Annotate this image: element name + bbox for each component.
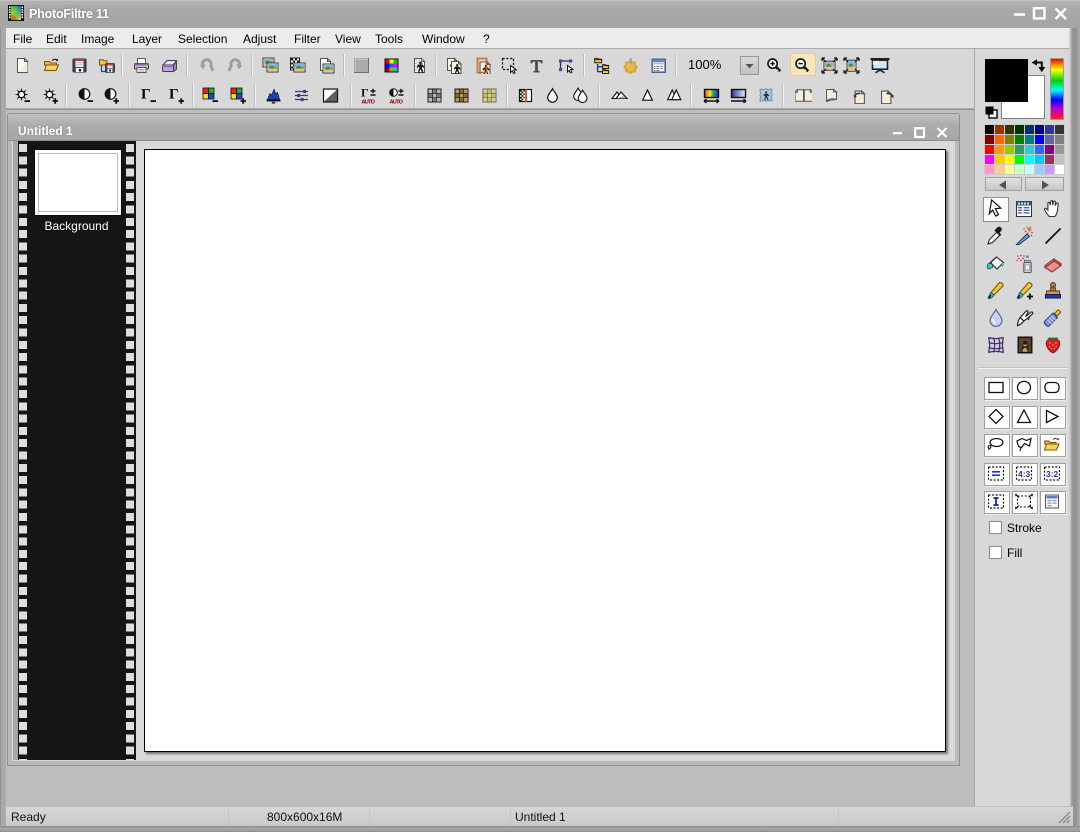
svg-text:AUTO: AUTO [362,99,376,104]
svg-text:3:2: 3:2 [1046,469,1059,479]
svg-text:AUTO: AUTO [389,99,403,104]
svg-text:4:3: 4:3 [1018,469,1031,479]
svg-text:Γ: Γ [361,87,369,100]
svg-text:Γ: Γ [169,87,179,103]
svg-text:Γ: Γ [141,87,151,103]
